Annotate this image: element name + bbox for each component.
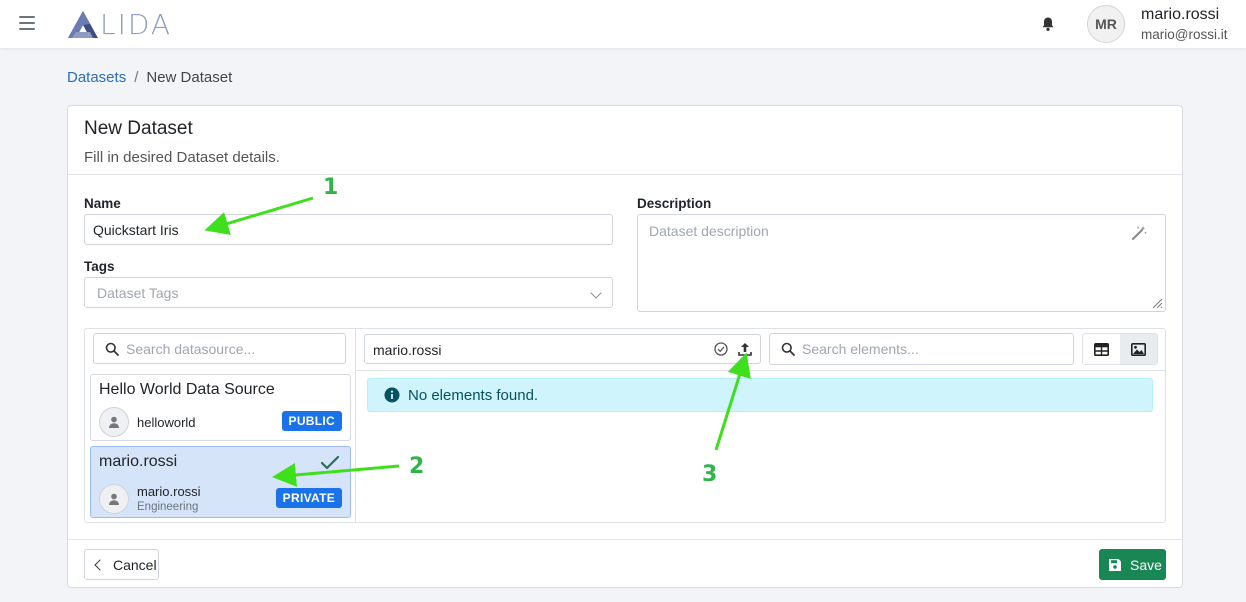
search-icon <box>105 342 119 356</box>
menu-icon[interactable] <box>19 16 35 30</box>
public-badge: PUBLIC <box>281 411 342 431</box>
table-view-button[interactable] <box>1083 334 1120 364</box>
name-input-value: Quickstart Iris <box>93 221 179 238</box>
card-title: New Dataset <box>84 118 193 139</box>
elements-search-placeholder: Search elements... <box>802 341 919 357</box>
datasource-selected-value: mario.rossi <box>373 342 442 358</box>
breadcrumb-current: New Dataset <box>146 69 233 86</box>
user-name: mario.rossi <box>1141 6 1220 23</box>
name-input[interactable]: Quickstart Iris <box>84 214 613 245</box>
panel-divider <box>355 329 356 522</box>
datasource-title: mario.rossi <box>99 453 178 470</box>
description-textarea[interactable]: Dataset description <box>637 214 1166 312</box>
info-icon <box>384 387 400 403</box>
image-icon <box>1131 342 1146 356</box>
annotation-number-1: 1 <box>323 175 339 200</box>
annotation-number-2: 2 <box>409 454 425 479</box>
header-divider <box>68 174 1182 175</box>
top-bar: LIDA MR mario.rossi mario@rossi.it <box>0 0 1246 48</box>
datasource-search-input[interactable]: Search datasource... <box>93 333 346 364</box>
card-subtitle: Fill in desired Dataset details. <box>84 149 280 166</box>
no-elements-alert: No elements found. <box>367 378 1153 412</box>
image-view-button[interactable] <box>1120 334 1157 364</box>
description-label: Description <box>637 196 712 211</box>
search-icon <box>781 342 795 356</box>
breadcrumb-datasets-link[interactable]: Datasets <box>67 69 126 86</box>
checkmark-icon <box>320 455 340 470</box>
user-email: mario@rossi.it <box>1141 27 1228 42</box>
elements-header-divider <box>356 370 1166 371</box>
table-icon <box>1094 342 1109 356</box>
save-button[interactable]: Save <box>1099 549 1166 580</box>
floppy-disk-icon <box>1109 558 1121 571</box>
datasource-item-mario-rossi[interactable]: mario.rossi mario.rossi Engineering PRIV… <box>90 446 351 518</box>
tags-placeholder: Dataset Tags <box>97 284 179 301</box>
datasource-selected-input[interactable]: mario.rossi <box>364 334 761 364</box>
user-avatar[interactable]: MR <box>1087 5 1125 43</box>
logo-text: LIDA <box>100 7 173 41</box>
description-placeholder: Dataset description <box>649 223 769 239</box>
breadcrumb-separator: / <box>134 69 139 86</box>
datasource-panel: Search datasource... Hello World Data So… <box>84 328 1166 523</box>
datasource-owner: mario.rossi <box>137 484 201 499</box>
bell-icon[interactable] <box>1040 16 1056 32</box>
logo-mark-icon <box>68 11 98 38</box>
datasource-org: Engineering <box>137 501 199 513</box>
elements-search-input[interactable]: Search elements... <box>769 333 1074 365</box>
datasource-search-placeholder: Search datasource... <box>126 341 256 357</box>
user-icon <box>99 484 129 514</box>
datasource-item-helloworld[interactable]: Hello World Data Source helloworld PUBLI… <box>90 374 351 441</box>
new-dataset-card: New Dataset Fill in desired Dataset deta… <box>67 105 1183 588</box>
cancel-label: Cancel <box>113 556 157 573</box>
chevron-down-icon <box>590 287 602 299</box>
tags-select[interactable]: Dataset Tags <box>84 277 613 308</box>
breadcrumb: Datasets / New Dataset <box>67 69 232 86</box>
name-label: Name <box>84 196 121 211</box>
resize-handle-icon[interactable] <box>1151 297 1163 309</box>
no-elements-message: No elements found. <box>408 386 539 404</box>
private-badge: PRIVATE <box>275 488 342 508</box>
view-toggle <box>1082 333 1158 365</box>
user-icon <box>99 407 129 437</box>
check-circle-icon[interactable] <box>713 341 729 357</box>
cancel-button[interactable]: Cancel <box>84 549 159 580</box>
upload-icon[interactable] <box>737 341 753 357</box>
magic-wand-icon[interactable] <box>1131 225 1147 241</box>
save-label: Save <box>1130 556 1162 573</box>
annotation-number-3: 3 <box>702 462 718 487</box>
footer-divider <box>68 539 1182 540</box>
datasource-title: Hello World Data Source <box>99 381 275 398</box>
chevron-left-icon <box>94 558 106 571</box>
tags-label: Tags <box>84 259 115 274</box>
datasource-owner: helloworld <box>137 415 196 430</box>
app-logo[interactable]: LIDA <box>66 7 173 41</box>
